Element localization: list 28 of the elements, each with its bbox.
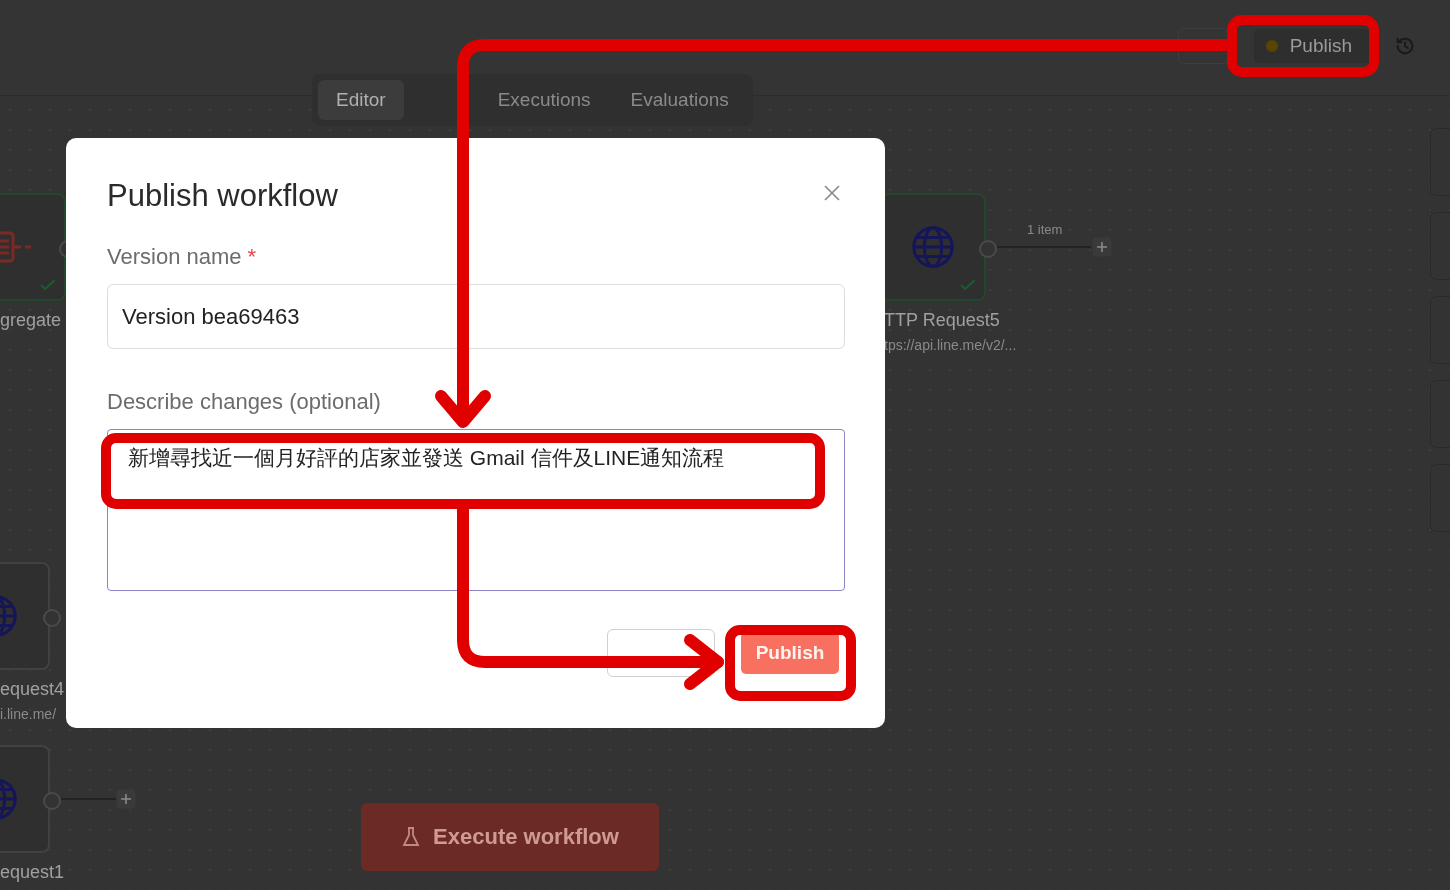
node-title: equest1 <box>0 862 65 883</box>
node-title: gregate <box>0 310 62 331</box>
version-name-field[interactable]: Version bea69463 <box>107 284 845 349</box>
publish-button[interactable]: Publish <box>741 632 839 674</box>
check-icon <box>960 279 976 291</box>
connection-port[interactable] <box>43 609 61 627</box>
view-tab[interactable]: Editor <box>318 80 404 120</box>
view-tab[interactable]: Executions <box>479 80 609 120</box>
node-subtitle: i.line.me/ <box>0 706 58 722</box>
globe-icon <box>910 224 956 270</box>
cancel-button[interactable] <box>607 629 715 677</box>
required-mark: * <box>247 244 257 270</box>
connection-label: 1 item <box>1027 222 1063 237</box>
connection-port[interactable] <box>979 240 997 258</box>
node-subtitle: tps://api.line.me/v2/... <box>884 337 1017 353</box>
node-title: equest4 <box>0 679 65 700</box>
flask-icon <box>401 826 422 848</box>
plus-icon[interactable] <box>116 789 136 809</box>
field-label: Version name <box>107 244 242 270</box>
plus-icon[interactable] <box>1092 237 1112 257</box>
close-icon[interactable] <box>823 184 841 202</box>
node-title: TTP Request5 <box>884 310 1001 331</box>
execute-workflow-button[interactable]: Execute workflow <box>361 803 659 871</box>
field-label: Describe changes (optional) <box>107 389 381 415</box>
dialog-title: Publish workflow <box>107 178 338 214</box>
view-tab[interactable]: Evaluations <box>612 80 747 120</box>
check-icon <box>40 279 56 291</box>
connection-port[interactable] <box>43 792 61 810</box>
